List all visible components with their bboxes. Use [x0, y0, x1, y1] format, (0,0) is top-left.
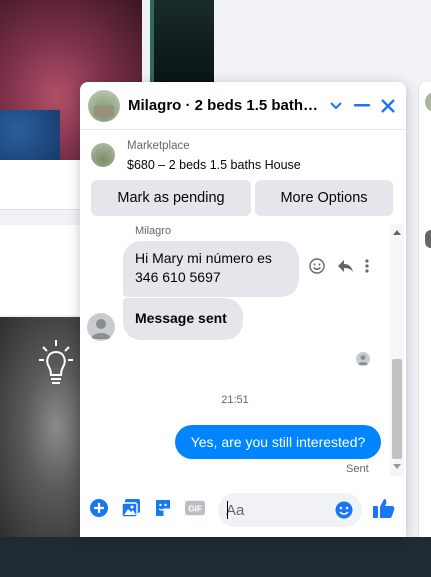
photo-icon[interactable] [121, 498, 141, 518]
more-icon[interactable] [357, 256, 377, 276]
chat-window: Milagro · 2 beds 1.5 baths ... Marketpla… [80, 82, 406, 537]
text-caret [227, 501, 228, 519]
close-icon[interactable] [376, 94, 400, 118]
svg-text:GIF: GIF [188, 505, 202, 514]
scrollbar[interactable] [390, 224, 404, 476]
message-thread[interactable]: Milagro Hi Mary mi número es 346 610 569… [80, 224, 390, 474]
more-options-button[interactable]: More Options [255, 180, 393, 216]
outgoing-message[interactable]: Yes, are you still interested? [175, 425, 381, 459]
listing-source: Marketplace [127, 140, 190, 152]
message-actions [307, 256, 377, 276]
listing-actions: Mark as pending More Options [80, 180, 406, 216]
incoming-message[interactable]: Message sent [123, 298, 243, 340]
message-input[interactable] [226, 500, 326, 520]
scroll-down-arrow[interactable] [393, 464, 401, 469]
message-composer: GIF [80, 486, 406, 530]
adjacent-chat-window[interactable] [418, 82, 431, 537]
background-card [0, 225, 80, 315]
minimize-icon[interactable] [350, 94, 374, 118]
chevron-down-icon[interactable] [324, 94, 348, 118]
background-area [215, 0, 431, 82]
like-icon[interactable] [373, 497, 395, 519]
sticker-icon[interactable] [153, 498, 173, 518]
taskbar [0, 537, 431, 577]
avatar[interactable] [88, 90, 120, 122]
sender-name: Milagro [135, 225, 172, 237]
message-timestamp: 21:51 [221, 394, 249, 406]
listing-title: $680 – 2 beds 1.5 baths House [127, 158, 301, 172]
gif-icon[interactable]: GIF [185, 498, 205, 518]
reply-icon[interactable] [335, 256, 355, 276]
incoming-message[interactable]: Hi Mary mi número es 346 610 5697 [123, 241, 299, 297]
background-photo [150, 0, 214, 82]
plus-icon[interactable] [89, 498, 109, 518]
scroll-up-arrow[interactable] [393, 230, 401, 235]
emoji-icon[interactable] [334, 500, 354, 520]
chat-title[interactable]: Milagro · 2 beds 1.5 baths ... [128, 97, 320, 114]
avatar[interactable] [87, 313, 115, 341]
react-icon[interactable] [307, 256, 327, 276]
message-input-wrapper [218, 493, 362, 527]
scroll-thumb[interactable] [392, 359, 402, 459]
listing-thumbnail [91, 143, 115, 167]
listing-banner[interactable]: Marketplace $680 – 2 beds 1.5 baths Hous… [80, 130, 406, 178]
sent-status: Sent [346, 463, 369, 474]
chat-header: Milagro · 2 beds 1.5 baths ... [80, 82, 406, 130]
seen-indicator [356, 352, 370, 366]
lightbulb-icon [39, 340, 73, 384]
mark-as-pending-button[interactable]: Mark as pending [91, 180, 251, 216]
